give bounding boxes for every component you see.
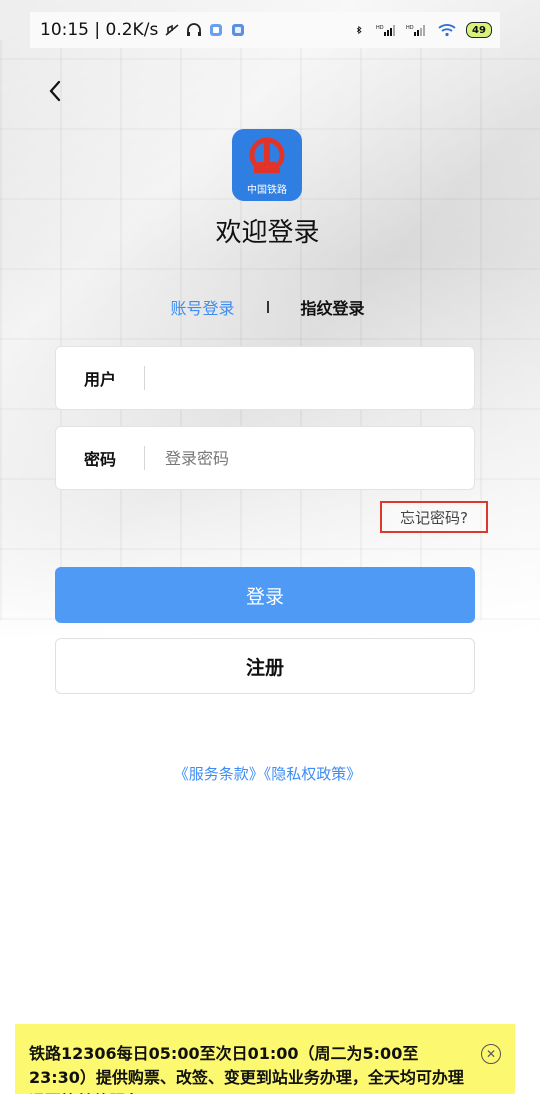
tab-divider xyxy=(266,301,269,313)
back-button[interactable] xyxy=(40,76,70,106)
login-tabs: 账号登录 指纹登录 xyxy=(0,294,535,320)
password-field: 密码 xyxy=(55,426,475,490)
password-label: 密码 xyxy=(84,450,117,469)
svg-text:HD: HD xyxy=(376,25,384,31)
notice-text: 铁路12306每日05:00至次日01:00（周二为5:00至23:30）提供购… xyxy=(29,1044,464,1094)
field-divider xyxy=(144,366,145,390)
login-button[interactable]: 登录 xyxy=(55,567,475,623)
username-field: 用户 xyxy=(55,346,475,410)
tab-account-login[interactable]: 账号登录 xyxy=(170,295,234,319)
battery-level: 49 xyxy=(472,24,486,36)
app-logo: 中国铁路 xyxy=(232,129,302,201)
mute-icon xyxy=(165,24,179,36)
logo-text: 中国铁路 xyxy=(247,185,287,196)
chevron-left-icon xyxy=(49,80,61,102)
page-title: 欢迎登录 xyxy=(215,218,320,248)
signal-hd-icon: HD xyxy=(376,25,395,36)
password-input[interactable] xyxy=(163,447,417,469)
bluetooth-icon xyxy=(356,25,362,35)
wifi-icon xyxy=(438,24,456,37)
username-label: 用户 xyxy=(84,370,117,389)
signal-hd-icon-2: HD xyxy=(406,25,425,36)
headphones-icon xyxy=(187,23,202,36)
svg-text:HD: HD xyxy=(406,25,414,31)
status-right: HD HD 49 xyxy=(356,22,500,38)
close-circle-icon[interactable]: ✕ xyxy=(481,1044,501,1064)
tab-fingerprint-login[interactable]: 指纹登录 xyxy=(301,295,365,319)
status-left: 10:15 | 0.2K/s xyxy=(30,20,246,40)
background-image xyxy=(0,0,540,640)
notification-app-icon-2 xyxy=(232,24,245,36)
status-bar: 10:15 | 0.2K/s HD HD 49 xyxy=(30,12,500,48)
field-divider xyxy=(144,446,145,470)
terms-of-service-link[interactable]: 《服务条款》 xyxy=(174,765,264,783)
forgot-password-link[interactable]: 忘记密码? xyxy=(380,501,488,533)
register-button[interactable]: 注册 xyxy=(55,638,475,694)
username-input[interactable] xyxy=(163,367,417,389)
notification-app-icon xyxy=(210,24,223,36)
privacy-policy-link[interactable]: 《隐私权政策》 xyxy=(264,765,362,783)
policy-links: 《服务条款》《隐私权政策》 xyxy=(0,763,535,784)
status-time-speed: 10:15 | 0.2K/s xyxy=(40,20,159,40)
service-notice-banner: 铁路12306每日05:00至次日01:00（周二为5:00至23:30）提供购… xyxy=(15,1024,515,1094)
battery-icon: 49 xyxy=(466,22,492,38)
railway-emblem-icon xyxy=(249,137,285,173)
